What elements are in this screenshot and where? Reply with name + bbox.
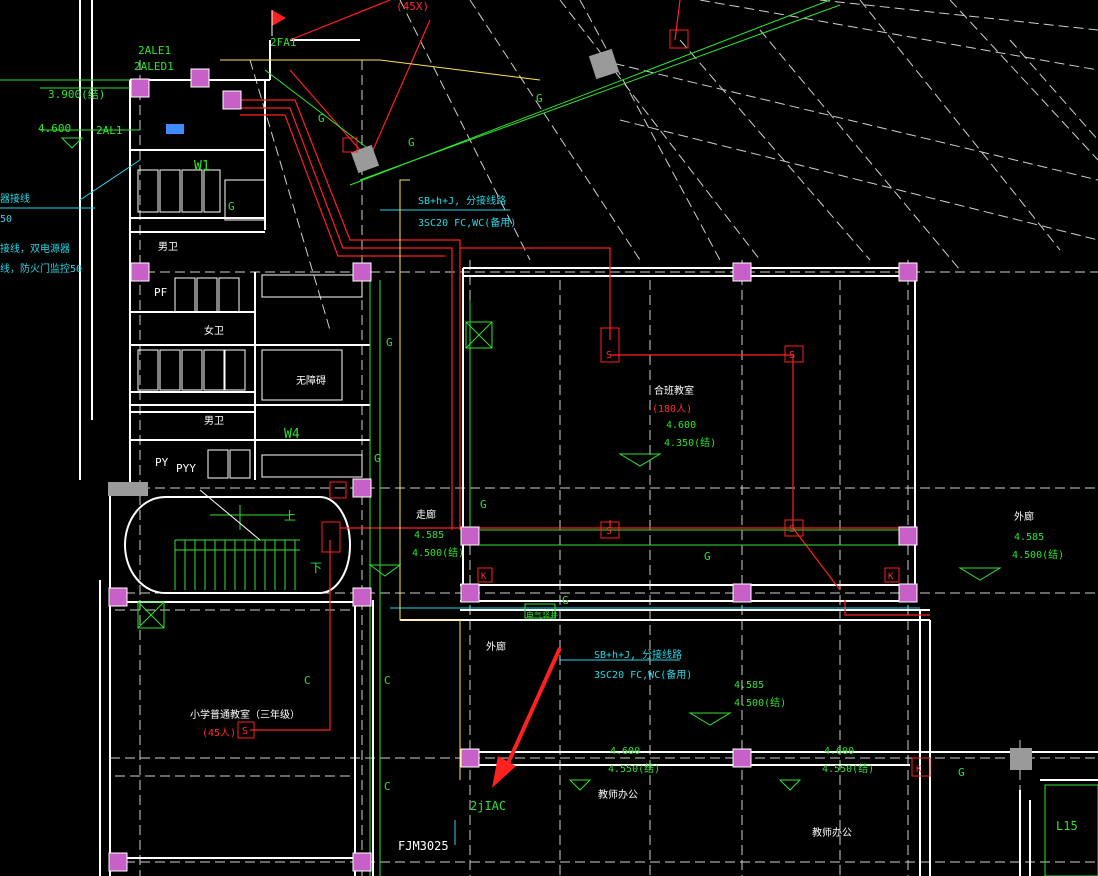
room-classroom: 小学普通教室（三年级） — [190, 708, 300, 721]
column-block — [460, 526, 480, 546]
panel-label-al1: 2AL1 — [96, 124, 123, 137]
symbol-s-5: S — [242, 726, 248, 737]
level-corridor-a: 4.585 — [414, 530, 444, 541]
lift-label: L15 — [1056, 819, 1078, 833]
level-mid-b: 4.500(结) — [734, 696, 786, 709]
room-outer-corridor: 外廊 — [486, 640, 506, 653]
cable-note-top-1: SB+h+J, 分接线路 — [418, 194, 506, 207]
symbol-g-7: G — [536, 92, 543, 105]
panel-label-fa1: 2FA1 — [270, 36, 297, 49]
level-office2-a: 4.600 — [824, 746, 854, 757]
stair-down: 下 — [310, 561, 322, 575]
panel-label-ale1: 2ALE1 — [138, 44, 171, 57]
column-block — [732, 748, 752, 768]
room-outer-corridor-2: 外廊 — [1014, 510, 1034, 523]
room-pf: PF — [154, 286, 167, 299]
cable-note-top-2: 3SC20 FC,WC(备用) — [418, 216, 516, 229]
elevation-left-a: 3.900(结) — [48, 88, 105, 101]
column-block — [460, 748, 480, 768]
room-lecture-capacity: (180人) — [652, 403, 692, 415]
level-office2-b: 4.550(结) — [822, 762, 874, 775]
room-py: PY — [155, 456, 169, 469]
symbol-g-9: G — [958, 766, 965, 779]
symbol-k-3: K — [916, 765, 922, 775]
room-pyy: PYY — [176, 462, 196, 475]
room-office-2: 教师办公 — [812, 826, 852, 839]
symbol-g-3: G — [386, 336, 393, 349]
symbol-g-10: G — [562, 594, 569, 607]
symbol-g-4: G — [374, 452, 381, 465]
left-note-4: 线，防火门监控50 — [0, 262, 82, 275]
column-block — [898, 262, 918, 282]
shaft-label: 电气竖井 — [526, 610, 558, 620]
symbol-k-1: K — [481, 572, 487, 582]
column-block — [732, 262, 752, 282]
symbol-c-3: C — [384, 780, 391, 793]
symbol-g-5: G — [480, 498, 487, 511]
column-block — [352, 478, 372, 498]
symbol-s-3: S — [606, 526, 612, 537]
cable-note-mid-2: 3SC20 FC,WC(备用) — [594, 668, 692, 681]
symbol-c-2: C — [304, 674, 311, 687]
panel-block — [166, 124, 184, 134]
column-block — [222, 90, 242, 110]
left-note-1: 器接线 — [0, 192, 30, 205]
room-lecture: 合班教室 — [654, 384, 694, 397]
room-w1: W1 — [194, 159, 210, 174]
room-classroom-capacity: (45人) — [202, 727, 236, 739]
left-note-3: 接线，双电源器 — [0, 242, 70, 255]
symbol-s-2: S — [789, 350, 795, 361]
column-block — [130, 78, 150, 98]
column-block — [352, 852, 372, 872]
column-block — [108, 852, 128, 872]
column-block — [898, 526, 918, 546]
fa1-count: (45X) — [396, 0, 429, 13]
symbol-s-4: S — [789, 524, 795, 535]
column-block — [352, 587, 372, 607]
symbol-g-6: G — [704, 550, 711, 563]
column-block — [130, 262, 150, 282]
stair-up: 上 — [284, 509, 296, 523]
symbol-c-1: C — [384, 674, 391, 687]
level-lecture-b: 4.350(结) — [664, 436, 716, 449]
room-female-wc: 女卫 — [204, 324, 224, 337]
room-corridor: 走廊 — [416, 508, 436, 521]
column-block — [352, 262, 372, 282]
door-label: FJM3025 — [398, 839, 449, 853]
elevation-left-b: 4.600 — [38, 122, 71, 135]
left-note-2: 50 — [0, 214, 12, 225]
column-block — [460, 583, 480, 603]
level-office1-b: 4.550(结) — [608, 762, 660, 775]
level-corridor-b: 4.500(结) — [412, 546, 464, 559]
room-office-1: 教师办公 — [598, 788, 638, 801]
level-mid-a: 4.585 — [734, 680, 764, 691]
level-lecture-a: 4.600 — [666, 420, 696, 431]
column-block — [732, 583, 752, 603]
symbol-g-1: G — [318, 112, 325, 125]
cable-note-mid-1: SB+h+J, 分接线路 — [594, 648, 682, 661]
level-office1-a: 4.600 — [610, 746, 640, 757]
room-w4: W4 — [284, 427, 300, 442]
symbol-g-2: G — [228, 200, 235, 213]
room-accessible: 无障碍 — [296, 374, 326, 387]
symbol-s-1: S — [606, 350, 612, 361]
column-block — [898, 583, 918, 603]
room-male-wc2: 男卫 — [204, 415, 224, 427]
panel-label-iac: 2jIAC — [470, 799, 506, 813]
column-block — [108, 587, 128, 607]
cad-drawing: 2ALE1 2ALED1 2AL1 2FA1 (45X) 2jIAC 3.900… — [0, 0, 1098, 876]
column-block — [190, 68, 210, 88]
symbol-g-8: G — [408, 136, 415, 149]
level-right-b: 4.500(结) — [1012, 548, 1064, 561]
symbol-k-2: K — [888, 572, 894, 582]
level-right-a: 4.585 — [1014, 532, 1044, 543]
room-male-wc: 男卫 — [158, 241, 178, 253]
panel-label-aled1: 2ALED1 — [134, 60, 174, 73]
